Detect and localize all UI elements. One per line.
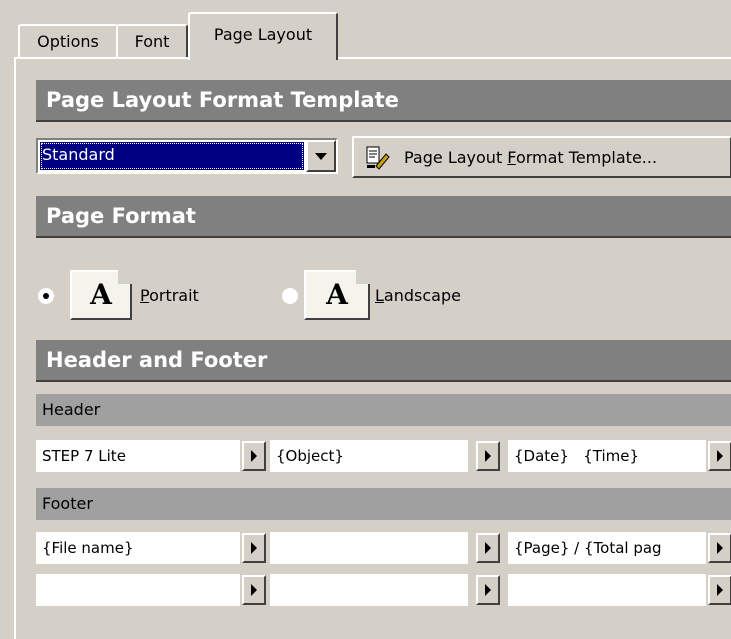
template-select-value: Standard — [40, 142, 304, 170]
header-subsection-label: Header — [42, 400, 101, 419]
section-page-format-title: Page Format — [46, 204, 196, 228]
header-left-insert-button[interactable] — [242, 441, 266, 471]
footer2-left-insert-button[interactable] — [242, 575, 266, 605]
header-right-field[interactable]: {Date} {Time} — [508, 440, 706, 472]
footer-right-insert-button[interactable] — [708, 533, 731, 563]
portrait-page-icon[interactable]: A — [70, 270, 132, 320]
footer2-center-field[interactable] — [270, 574, 468, 606]
section-template-header: Page Layout Format Template — [36, 80, 731, 122]
footer2-left-field[interactable] — [36, 574, 240, 606]
arrow-right-icon — [485, 584, 491, 596]
arrow-right-icon — [717, 542, 723, 554]
arrow-right-icon — [485, 450, 491, 462]
tab-page-layout-label: Page Layout — [213, 25, 313, 44]
header-subsection: Header — [36, 394, 731, 426]
arrow-right-icon — [485, 542, 491, 554]
section-header-footer: Header and Footer — [36, 340, 731, 382]
landscape-radio[interactable] — [282, 288, 298, 304]
template-select[interactable]: Standard — [36, 138, 338, 174]
tab-font-label: Font — [134, 32, 170, 51]
landscape-page-icon[interactable]: A — [304, 270, 370, 320]
tab-options-label: Options — [37, 32, 99, 51]
tab-options[interactable]: Options — [18, 24, 118, 58]
landscape-label[interactable]: Landscape — [375, 286, 461, 305]
footer-left-field[interactable]: {File name} — [36, 532, 240, 564]
arrow-right-icon — [251, 584, 257, 596]
tab-font[interactable]: Font — [116, 24, 188, 58]
footer2-right-field[interactable] — [508, 574, 706, 606]
header-center-field[interactable]: {Object} — [270, 440, 468, 472]
arrow-right-icon — [251, 542, 257, 554]
section-header-footer-title: Header and Footer — [46, 348, 268, 372]
arrow-right-icon — [717, 584, 723, 596]
footer-center-field[interactable] — [270, 532, 468, 564]
portrait-label[interactable]: Portrait — [140, 286, 199, 305]
section-template-title: Page Layout Format Template — [46, 88, 399, 112]
template-dropdown-button[interactable] — [306, 140, 336, 172]
footer-center-insert-button[interactable] — [476, 533, 500, 563]
arrow-right-icon — [717, 450, 723, 462]
section-page-format-header: Page Format — [36, 196, 731, 238]
template-edit-icon — [366, 146, 390, 170]
header-right-insert-button[interactable] — [708, 441, 731, 471]
chevron-down-icon — [315, 152, 327, 160]
arrow-right-icon — [251, 450, 257, 462]
portrait-radio[interactable] — [38, 288, 54, 304]
footer-subsection-label: Footer — [42, 494, 93, 513]
footer-subsection: Footer — [36, 488, 731, 520]
header-left-field[interactable]: STEP 7 Lite — [36, 440, 240, 472]
template-button-label: Page Layout Format Template... — [404, 147, 658, 167]
footer-right-field[interactable]: {Page} / {Total pag — [508, 532, 706, 564]
footer2-right-insert-button[interactable] — [708, 575, 731, 605]
footer2-center-insert-button[interactable] — [476, 575, 500, 605]
tab-page-layout[interactable]: Page Layout — [188, 12, 338, 60]
footer-left-insert-button[interactable] — [242, 533, 266, 563]
page-layout-format-template-button[interactable]: Page Layout Format Template... — [352, 136, 731, 178]
header-center-insert-button[interactable] — [476, 441, 500, 471]
